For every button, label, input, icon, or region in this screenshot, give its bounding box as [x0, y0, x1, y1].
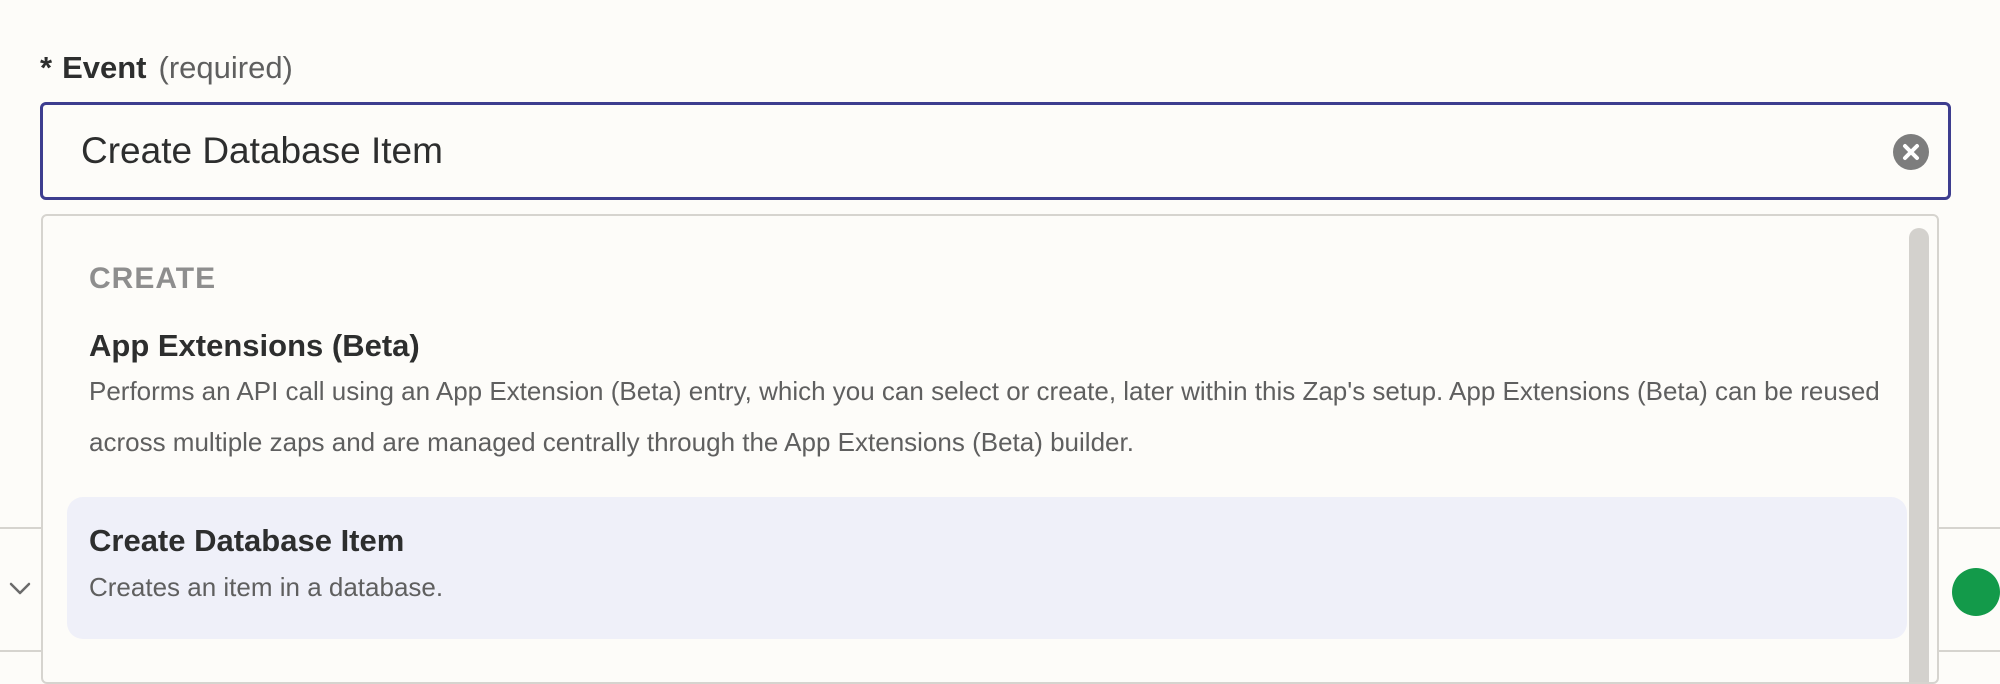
option-group-heading: CREATE: [89, 262, 217, 295]
required-marker: *: [40, 50, 53, 85]
event-field-label: * Event (required): [40, 48, 293, 88]
green-status-dot-icon: [1952, 568, 2000, 616]
chevron-down-icon[interactable]: [8, 576, 32, 600]
required-hint: (required): [158, 50, 293, 85]
option-app-extensions[interactable]: App Extensions (Beta) Performs an API ca…: [67, 326, 1907, 516]
event-input-value[interactable]: Create Database Item: [81, 105, 443, 197]
option-description: Creates an item in a database.: [89, 572, 444, 602]
event-options-dropdown[interactable]: CREATE App Extensions (Beta) Performs an…: [41, 214, 1939, 684]
event-select-input[interactable]: Create Database Item: [40, 102, 1951, 200]
scrollbar-thumb[interactable]: [1909, 228, 1929, 682]
close-circle-icon[interactable]: [1893, 134, 1929, 170]
dropdown-scrollbar[interactable]: [1909, 228, 1929, 682]
option-description: Performs an API call using an App Extens…: [89, 376, 1880, 457]
field-label-text: Event: [62, 50, 147, 85]
option-create-database-item[interactable]: Create Database Item Creates an item in …: [67, 497, 1907, 639]
option-title: Create Database Item: [89, 523, 405, 558]
option-title: App Extensions (Beta): [89, 328, 420, 363]
